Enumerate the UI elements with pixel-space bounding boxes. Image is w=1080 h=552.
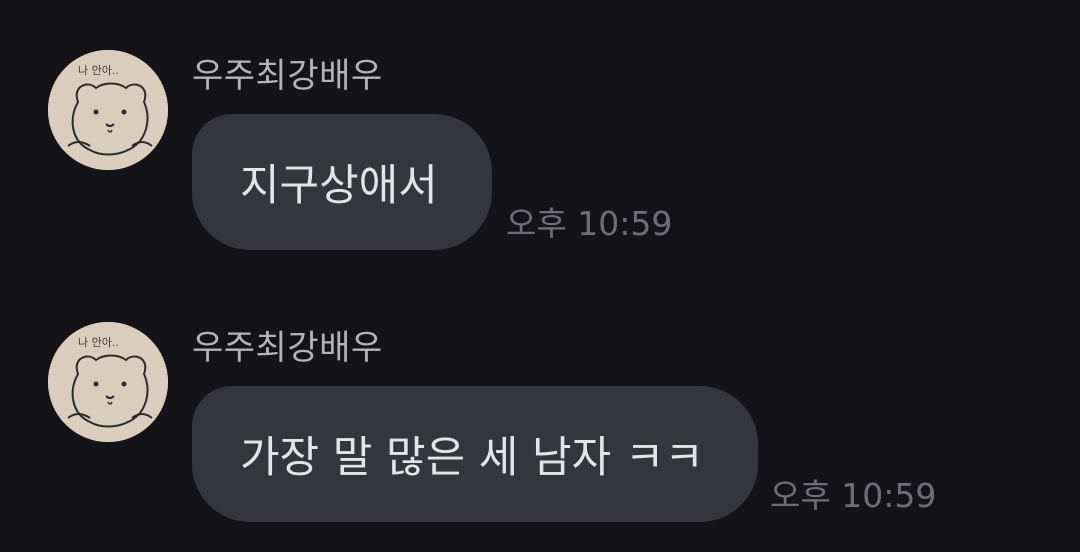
avatar[interactable]: 나 안아.. [48, 50, 168, 170]
message-time: 오후 10:59 [506, 204, 673, 243]
message-text: 가장 말 많은 세 남자 ㅋㅋ [240, 433, 704, 483]
message-bubble[interactable]: 지구상애서 [192, 114, 492, 250]
chat-message: 나 안아.. 우주최강배우 지구상애서 오후 10:59 [0, 0, 1080, 276]
message-text: 지구상애서 [240, 161, 438, 211]
avatar[interactable]: 나 안아.. [48, 322, 168, 442]
message-bubble[interactable]: 가장 말 많은 세 남자 ㅋㅋ [192, 386, 758, 522]
sender-name: 우주최강배우 [192, 56, 383, 96]
chat-message: 나 안아.. 우주최강배우 가장 말 많은 세 남자 ㅋㅋ 오후 10:59 [0, 276, 1080, 552]
avatar-caption: 나 안아.. [78, 336, 119, 349]
bear-drawing-icon: 나 안아.. [48, 50, 168, 170]
message-time: 오후 10:59 [770, 476, 937, 515]
sender-name: 우주최강배우 [192, 328, 383, 368]
bear-drawing-icon: 나 안아.. [48, 322, 168, 442]
avatar-caption: 나 안아.. [78, 64, 119, 77]
